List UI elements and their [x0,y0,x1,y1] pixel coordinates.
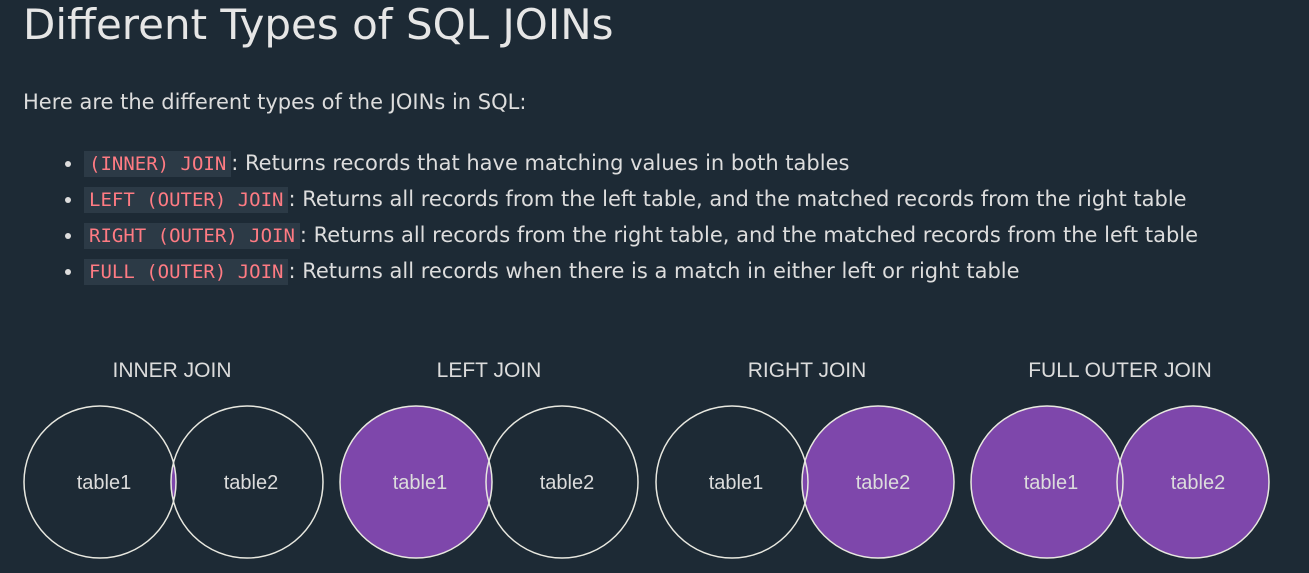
venn-title-left-join: LEFT JOIN [437,359,542,382]
venn-title-inner-join: INNER JOIN [112,359,231,382]
venn-diagram-svg: INNER JOIN table1 table2 LEFT JOIN table… [23,359,1270,559]
description-left-join: : Returns all records from the left tabl… [288,187,1187,211]
venn-right-join: RIGHT JOIN table1 table2 [655,359,955,559]
label-table2: table2 [1171,472,1226,494]
intro-text: Here are the different types of the JOIN… [23,90,527,114]
label-table1: table1 [709,472,764,494]
label-table1: table1 [77,472,132,494]
join-types-list: (INNER) JOIN: Returns records that have … [0,146,1309,290]
keyword-full-join: FULL (OUTER) JOIN [84,259,289,285]
venn-inner-join: INNER JOIN table1 table2 [23,359,324,559]
venn-full-outer-join: FULL OUTER JOIN table1 table2 [970,359,1270,559]
keyword-left-join: LEFT (OUTER) JOIN [84,187,289,213]
keyword-inner-join: (INNER) JOIN [84,151,232,177]
label-table2: table2 [224,472,279,494]
label-table1: table1 [1024,472,1079,494]
list-item-full-join: FULL (OUTER) JOIN: Returns all records w… [84,254,1309,290]
label-table2: table2 [540,472,595,494]
venn-title-right-join: RIGHT JOIN [748,359,867,382]
venn-title-full-outer-join: FULL OUTER JOIN [1028,359,1212,382]
join-venn-diagrams: INNER JOIN table1 table2 LEFT JOIN table… [0,345,1309,573]
keyword-right-join: RIGHT (OUTER) JOIN [84,223,300,249]
venn-left-join: LEFT JOIN table1 table2 [339,359,639,559]
label-table1: table1 [393,472,448,494]
description-full-join: : Returns all records when there is a ma… [288,259,1020,283]
list-item-right-join: RIGHT (OUTER) JOIN: Returns all records … [84,218,1309,254]
label-table2: table2 [856,472,911,494]
list-item-left-join: LEFT (OUTER) JOIN: Returns all records f… [84,182,1309,218]
description-inner-join: : Returns records that have matching val… [231,151,850,175]
page-title: Different Types of SQL JOINs [23,0,614,49]
list-item-inner-join: (INNER) JOIN: Returns records that have … [84,146,1309,182]
description-right-join: : Returns all records from the right tab… [299,223,1199,247]
